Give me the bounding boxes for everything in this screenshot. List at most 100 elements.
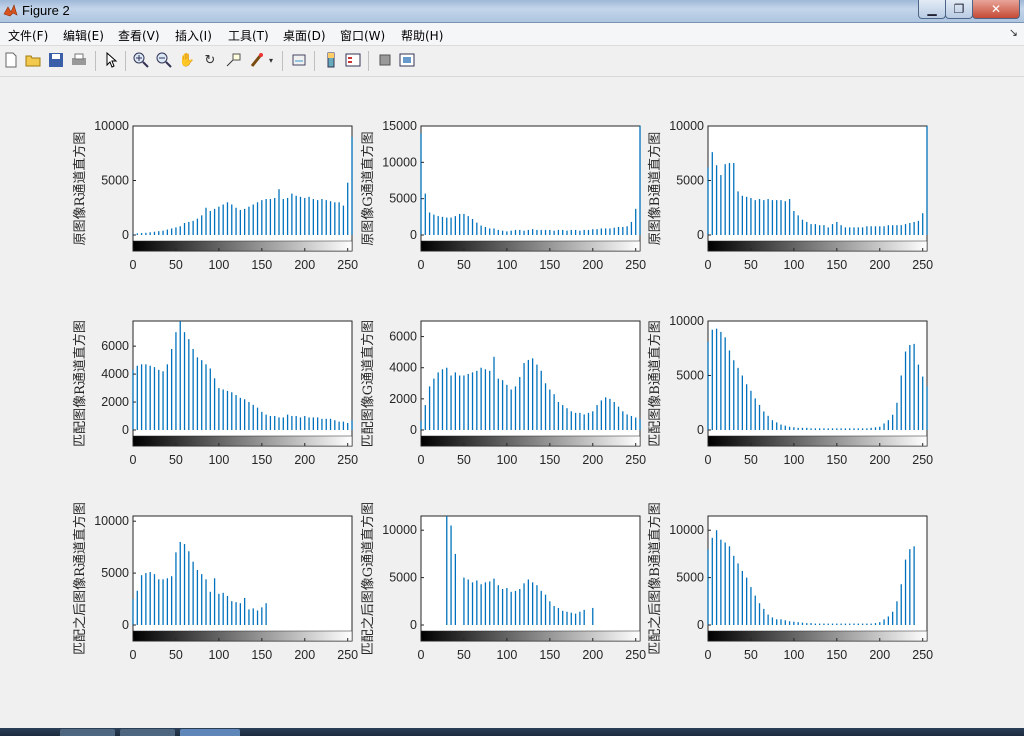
- x-tick-label: 50: [169, 258, 183, 272]
- x-tick-label: 100: [783, 453, 804, 467]
- menu-tools[interactable]: 工具(T): [228, 27, 269, 44]
- menu-bar: 文件(F) 编辑(E) 查看(V) 插入(I) 工具(T) 桌面(D) 窗口(W…: [0, 23, 1024, 46]
- x-tick-label: 200: [582, 453, 603, 467]
- print-icon[interactable]: [70, 51, 88, 69]
- y-tick-label: 10000: [382, 523, 417, 537]
- y-tick-label: 0: [122, 228, 129, 242]
- close-button[interactable]: ✕: [972, 0, 1020, 19]
- toolbar-separator: [125, 51, 126, 71]
- y-tick-label: 2000: [101, 395, 129, 409]
- new-figure-icon[interactable]: [2, 51, 20, 69]
- x-tick-label: 250: [337, 258, 358, 272]
- plot-area: [420, 515, 641, 642]
- y-tick-label: 10000: [669, 523, 704, 537]
- y-tick-label: 5000: [389, 571, 417, 585]
- chevron-down-icon[interactable]: ▾: [266, 51, 276, 69]
- plot-area: [132, 515, 353, 642]
- menu-help[interactable]: 帮助(H): [401, 27, 443, 44]
- y-tick-label: 6000: [101, 339, 129, 353]
- colorbar-icon[interactable]: [322, 51, 340, 69]
- x-tick-label: 150: [539, 258, 560, 272]
- grayscale-colorbar: [707, 240, 928, 252]
- pointer-icon[interactable]: [102, 51, 120, 69]
- y-axis-label: 原图像R通道直方图: [72, 132, 88, 246]
- maximize-button[interactable]: ❐: [945, 0, 973, 19]
- plot-area: [707, 515, 928, 642]
- toolbar-separator: [282, 51, 283, 71]
- x-tick-label: 150: [539, 648, 560, 662]
- minimize-button[interactable]: ▁: [918, 0, 946, 19]
- x-tick-label: 0: [418, 648, 425, 662]
- open-icon[interactable]: [24, 51, 42, 69]
- taskbar-button[interactable]: [180, 729, 240, 736]
- y-tick-label: 4000: [101, 367, 129, 381]
- toolbar-separator: [314, 51, 315, 71]
- plot-area: [132, 320, 353, 447]
- x-tick-label: 250: [912, 258, 933, 272]
- save-icon[interactable]: [47, 51, 65, 69]
- window-title: Figure 2: [22, 3, 70, 18]
- y-axis-label: 原图像G通道直方图: [360, 131, 376, 245]
- show-plot-tools-icon[interactable]: [398, 51, 416, 69]
- taskbar-button[interactable]: [120, 729, 175, 736]
- x-tick-label: 0: [130, 453, 137, 467]
- menu-desktop[interactable]: 桌面(D): [283, 27, 326, 44]
- legend-icon[interactable]: [344, 51, 362, 69]
- grayscale-colorbar: [420, 630, 641, 642]
- y-tick-label: 6000: [389, 330, 417, 344]
- menu-window[interactable]: 窗口(W): [340, 27, 385, 44]
- plot-area: [707, 125, 928, 252]
- toolbar-separator: [95, 51, 96, 71]
- hide-plot-tools-icon[interactable]: [376, 51, 394, 69]
- link-icon[interactable]: [290, 51, 308, 69]
- x-tick-label: 0: [130, 258, 137, 272]
- x-tick-label: 200: [869, 648, 890, 662]
- x-tick-label: 200: [869, 453, 890, 467]
- x-tick-label: 150: [826, 648, 847, 662]
- zoom-out-icon[interactable]: [155, 51, 173, 69]
- grayscale-colorbar: [707, 435, 928, 447]
- histogram-chart: 0 50 100 150 200 250 0 5000 10000 匹配之后图像B通道直方图: [647, 502, 933, 662]
- y-tick-label: 10000: [669, 119, 704, 133]
- x-tick-label: 200: [294, 453, 315, 467]
- brush-icon[interactable]: [248, 51, 266, 69]
- y-axis-label: 匹配图像R通道直方图: [72, 320, 88, 447]
- x-tick-label: 0: [705, 258, 712, 272]
- dock-arrow-icon[interactable]: ↘: [1009, 26, 1018, 39]
- x-tick-label: 50: [169, 648, 183, 662]
- zoom-in-icon[interactable]: [132, 51, 150, 69]
- rotate-icon[interactable]: ↻: [201, 51, 219, 69]
- menu-insert[interactable]: 插入(I): [175, 27, 212, 44]
- x-tick-label: 100: [496, 648, 517, 662]
- x-tick-label: 0: [418, 453, 425, 467]
- y-axis-label: 匹配之后图像G通道直方图: [360, 502, 376, 655]
- figure-canvas: 0 50 100 150 200 250 0 5000 10000 原图像R通道直方图 0 50 100…: [0, 77, 1024, 728]
- x-tick-label: 200: [582, 648, 603, 662]
- menu-view[interactable]: 查看(V): [118, 27, 160, 44]
- menu-edit[interactable]: 编辑(E): [63, 27, 104, 44]
- y-tick-label: 0: [410, 423, 417, 437]
- x-tick-label: 50: [744, 648, 758, 662]
- y-tick-label: 0: [122, 423, 129, 437]
- pan-icon[interactable]: ✋: [178, 51, 196, 69]
- grayscale-colorbar: [132, 630, 353, 642]
- x-tick-label: 50: [457, 453, 471, 467]
- x-tick-label: 0: [705, 453, 712, 467]
- menu-file[interactable]: 文件(F): [8, 27, 48, 44]
- data-cursor-icon[interactable]: [224, 51, 242, 69]
- x-tick-label: 250: [625, 648, 646, 662]
- toolbar-separator: [368, 51, 369, 71]
- x-tick-label: 250: [625, 258, 646, 272]
- y-axis-label: 匹配之后图像B通道直方图: [647, 502, 663, 655]
- matlab-logo-icon: [3, 4, 18, 17]
- taskbar-button[interactable]: [60, 729, 115, 736]
- x-tick-label: 150: [251, 648, 272, 662]
- y-tick-label: 5000: [101, 174, 129, 188]
- y-tick-label: 5000: [676, 571, 704, 585]
- x-tick-label: 100: [208, 453, 229, 467]
- y-tick-label: 10000: [94, 514, 129, 528]
- y-tick-label: 10000: [382, 155, 417, 169]
- y-axis-label: 匹配图像B通道直方图: [647, 320, 663, 447]
- histogram-chart: 0 50 100 150 200 250 0 5000 10000 15000 原图像G通道直方图: [360, 119, 646, 272]
- x-tick-label: 50: [457, 648, 471, 662]
